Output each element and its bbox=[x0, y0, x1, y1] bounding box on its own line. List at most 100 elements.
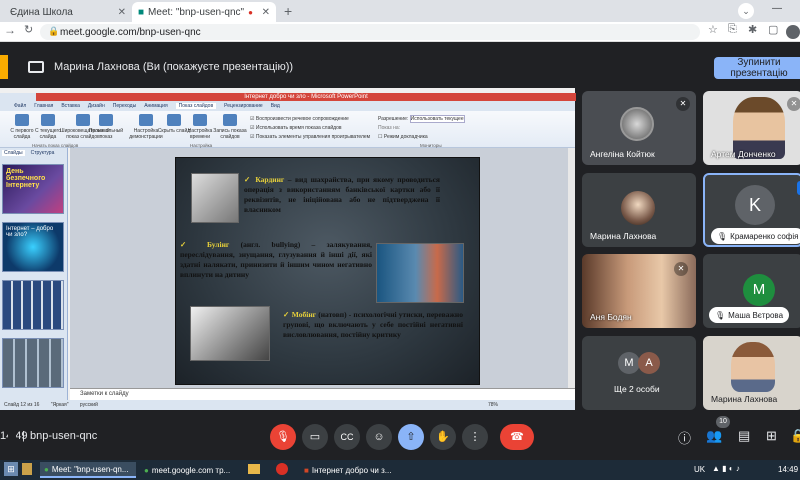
reload-icon[interactable]: ↻ bbox=[24, 23, 33, 36]
bullying-image bbox=[376, 243, 464, 303]
mobbing-paragraph: ✓ Мобінг (натовп) - психологічні утиски,… bbox=[283, 310, 463, 339]
new-tab-icon[interactable]: + bbox=[284, 3, 292, 19]
chat-icon[interactable]: ▤ bbox=[738, 428, 750, 444]
show-on-row[interactable]: Показ на: bbox=[378, 125, 400, 131]
participant-tile[interactable]: ✕ Артем Донченко bbox=[703, 91, 800, 165]
clock[interactable]: 14:49 bbox=[778, 465, 798, 474]
panel-tabs: Слайды Структура bbox=[2, 150, 54, 156]
minimize-icon[interactable]: — bbox=[772, 3, 782, 14]
custom-show-button[interactable]: Произвольный показ bbox=[86, 114, 126, 140]
raise-hand-button[interactable]: ✋ bbox=[430, 424, 456, 450]
avatar: А bbox=[638, 352, 660, 374]
explorer-icon[interactable] bbox=[22, 463, 32, 475]
tab-search-icon[interactable]: ⌄ bbox=[738, 3, 754, 19]
start-icon[interactable]: ⊞ bbox=[4, 462, 18, 476]
tab-meet[interactable]: ■ Meet: "bnp-usen-qnc" ● ✕ bbox=[132, 2, 276, 22]
share-icon[interactable]: ⎘ bbox=[728, 23, 737, 36]
language: русский bbox=[79, 402, 98, 408]
activities-icon[interactable]: ⊞ bbox=[766, 428, 777, 444]
ribbon-tab[interactable]: Анимация bbox=[144, 103, 167, 109]
bullying-paragraph: ✓ Булінг (англ. bullying) – залякування,… bbox=[180, 240, 372, 279]
taskbar-item[interactable]: ■ Інтернет добро чи з... bbox=[300, 462, 398, 478]
others-count: Ще 2 особи bbox=[614, 384, 660, 394]
ppt-ribbon-tabs: Файл Главная Вставка Дизайн Переходы Ани… bbox=[0, 101, 575, 111]
others-tile[interactable]: М А Ще 2 особи bbox=[582, 336, 696, 410]
slide-notes[interactable]: Заметки к слайду bbox=[70, 388, 575, 400]
participant-name-pill: 🎙 Крамаренко софія bbox=[711, 228, 800, 244]
taskbar-item[interactable]: ● meet.google.com тр... bbox=[140, 462, 238, 478]
ribbon-tab[interactable]: Вид bbox=[271, 103, 280, 109]
meeting-code-separator: | bbox=[22, 430, 25, 442]
panel-tab-slides[interactable]: Слайды bbox=[2, 150, 25, 156]
presenting-text: Марина Лахнова (Ви (покажуєте презентаці… bbox=[54, 61, 294, 73]
camera-toggle-button[interactable]: ▭ bbox=[302, 424, 328, 450]
people-icon[interactable]: 👥 bbox=[706, 428, 722, 444]
ribbon-tab[interactable]: Файл bbox=[14, 103, 26, 109]
participant-name-pill: 🎙 Маша Вєтрова bbox=[709, 307, 790, 323]
language-indicator[interactable]: UK bbox=[694, 465, 705, 474]
ribbon-tab[interactable]: Вставка bbox=[61, 103, 80, 109]
avatar: М bbox=[618, 352, 640, 374]
carding-paragraph: ✓ Кардинг – вид шахрайства, при якому пр… bbox=[244, 175, 440, 214]
mic-toggle-button[interactable]: 🎙 bbox=[270, 424, 296, 450]
participant-tile[interactable]: Марина Лахнова bbox=[582, 173, 696, 247]
tab-edyna-shkola[interactable]: Єдина Школа ✕ bbox=[4, 2, 132, 22]
slide-thumbnail[interactable] bbox=[2, 338, 64, 388]
participant-name: Марина Лахнова bbox=[590, 231, 657, 241]
checkbox-timings[interactable]: ☑ Использовать время показа слайдов bbox=[250, 125, 342, 131]
presenter-view-checkbox[interactable]: ☐ Режим докладчика bbox=[378, 134, 428, 140]
ribbon-tab[interactable]: Переходы bbox=[113, 103, 136, 109]
window-icon[interactable]: ▢ bbox=[768, 23, 778, 36]
ribbon-tab[interactable]: Главная bbox=[34, 103, 53, 109]
emoji-reactions-button[interactable]: ☺ bbox=[366, 424, 392, 450]
stop-presenting-button[interactable]: Зупинити презентацію bbox=[714, 57, 800, 79]
slide-thumbnail[interactable]: Інтернет – добро чи зло? bbox=[2, 222, 64, 272]
zoom-level[interactable]: 78% bbox=[488, 402, 498, 408]
ppt-title: Інтернет добро чи зло - Microsoft PowerP… bbox=[36, 93, 576, 101]
folder-icon[interactable] bbox=[248, 464, 260, 474]
present-button[interactable]: ⇧ bbox=[398, 424, 424, 450]
ribbon-tab[interactable]: Дизайн bbox=[88, 103, 105, 109]
mobbing-image bbox=[190, 306, 270, 361]
participant-tile-active[interactable]: K 🎙 Крамаренко софія bbox=[703, 173, 800, 247]
tray-icons[interactable]: ▲ ▮ ◐ ♪ bbox=[712, 464, 740, 473]
avatar: K bbox=[735, 185, 775, 225]
participant-tile[interactable]: ✕ Аня Бодян bbox=[582, 254, 696, 328]
participant-name: Аня Бодян bbox=[590, 312, 632, 322]
avatar: М bbox=[743, 274, 775, 306]
captions-button[interactable]: CC bbox=[334, 424, 360, 450]
close-tab-icon[interactable]: ✕ bbox=[118, 7, 126, 18]
profile-avatar[interactable] bbox=[786, 25, 800, 39]
checkbox-narration[interactable]: ☑ Воспроизвести речевое сопровождение bbox=[250, 116, 349, 122]
ribbon-tab-active[interactable]: Показ слайдов bbox=[175, 103, 217, 109]
mic-off-icon: ✕ bbox=[674, 262, 688, 276]
bookmark-star-icon[interactable]: ☆ bbox=[708, 23, 718, 36]
meeting-code: bnp-usen-qnc bbox=[30, 430, 98, 442]
slide-thumbnail[interactable]: День безпечного Інтернету bbox=[2, 164, 64, 214]
close-tab-icon[interactable]: ✕ bbox=[262, 7, 270, 18]
vertical-scrollbar[interactable] bbox=[568, 148, 575, 388]
recording-dot-icon: ● bbox=[248, 7, 253, 17]
end-call-button[interactable]: ☎ bbox=[500, 424, 534, 450]
slide-thumbnail[interactable] bbox=[2, 280, 64, 330]
checkbox-media-controls[interactable]: ☑ Показать элементы управления проигрыва… bbox=[250, 134, 370, 140]
panel-tab-outline[interactable]: Структура bbox=[31, 150, 55, 156]
ribbon-tab[interactable]: Рецензирование bbox=[224, 103, 263, 109]
participant-tile[interactable]: М 🎙 Маша Вєтрова bbox=[703, 254, 800, 328]
tab-label: Meet: "bnp-usen-qnc" bbox=[148, 6, 245, 18]
url-field[interactable]: 🔒 meet.google.com/bnp-usen-qnc bbox=[40, 24, 700, 40]
tab-label: Єдина Школа bbox=[10, 6, 73, 18]
back-icon[interactable]: → bbox=[4, 23, 16, 37]
resolution-row[interactable]: Разрешение: Использовать текущее bbox=[378, 115, 465, 123]
mic-off-icon: ✕ bbox=[787, 97, 800, 111]
more-options-button[interactable]: ⋮ bbox=[462, 424, 488, 450]
meeting-info-icon[interactable]: ⓘ bbox=[678, 428, 691, 447]
extensions-icon[interactable]: ✱ bbox=[748, 23, 757, 36]
record-show-button[interactable]: Запись показа слайдов bbox=[210, 114, 250, 140]
present-screen-icon bbox=[28, 61, 44, 73]
taskbar-item[interactable]: ● Meet: "bnp-usen-qn... bbox=[40, 462, 136, 478]
host-controls-icon[interactable]: 🔒 bbox=[790, 428, 800, 444]
participant-tile[interactable]: ✕ Ангеліна Койтюк bbox=[582, 91, 696, 165]
opera-icon[interactable] bbox=[276, 463, 288, 475]
participant-tile-self[interactable]: Марина Лахнова bbox=[703, 336, 800, 410]
